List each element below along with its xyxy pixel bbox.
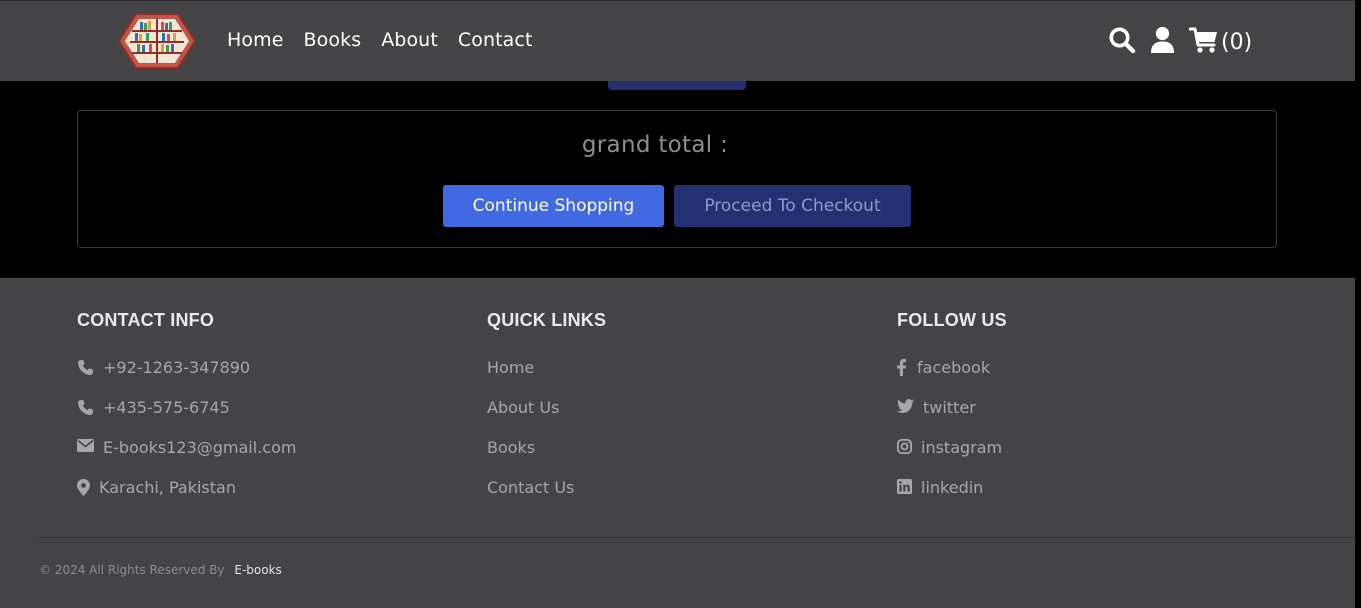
page: Home Books About Contact (0) grand total…	[0, 0, 1361, 608]
bookshelf-logo-icon[interactable]	[117, 12, 197, 70]
contact-info-heading: CONTACT INFO	[77, 310, 215, 330]
continue-shopping-button[interactable]: Continue Shopping	[443, 185, 664, 227]
follow-us-column: FOLLOW US facebook twitter instagram lin…	[897, 310, 1007, 518]
footer-link-home[interactable]: Home	[487, 358, 606, 398]
contact-item: +435-575-6745	[77, 398, 296, 438]
copyright-text: © 2024 All Rights Reserved By E-books	[39, 563, 282, 577]
site-header: Home Books About Contact (0)	[0, 0, 1355, 81]
envelope-icon	[77, 439, 103, 452]
nav-contact-link[interactable]: Contact	[458, 29, 533, 51]
social-label: instagram	[921, 438, 1003, 457]
nav-about-link[interactable]: About	[381, 29, 438, 51]
search-icon[interactable]	[1108, 26, 1136, 58]
social-link-facebook[interactable]: facebook	[897, 358, 1007, 398]
map-marker-icon	[77, 479, 99, 496]
scrollbar-track[interactable]	[1355, 0, 1361, 608]
quick-links-column: QUICK LINKS Home About Us Books Contact …	[487, 310, 606, 518]
contact-item: Karachi, Pakistan	[77, 478, 296, 518]
phone-icon	[77, 359, 103, 376]
footer-divider	[39, 537, 1355, 538]
nav-home-link[interactable]: Home	[227, 29, 284, 51]
contact-item: E-books123@gmail.com	[77, 438, 296, 478]
footer-link-books[interactable]: Books	[487, 438, 606, 478]
footer-link-about[interactable]: About Us	[487, 398, 606, 438]
follow-us-heading: FOLLOW US	[897, 310, 1007, 330]
copyright-notice: © 2024 All Rights Reserved By	[39, 563, 225, 577]
cart-count[interactable]: (0)	[1221, 30, 1252, 55]
instagram-icon	[897, 439, 921, 454]
social-link-twitter[interactable]: twitter	[897, 398, 1007, 438]
social-link-linkedin[interactable]: linkedin	[897, 478, 1007, 518]
user-icon[interactable]	[1150, 26, 1175, 58]
contact-email: E-books123@gmail.com	[103, 438, 297, 457]
phone-icon	[77, 399, 103, 416]
social-label: linkedin	[921, 478, 984, 497]
social-label: facebook	[917, 358, 991, 377]
copyright-brand-link[interactable]: E-books	[234, 563, 281, 577]
cart-icon[interactable]	[1188, 26, 1219, 58]
cart-summary-section: grand total : Continue Shopping Proceed …	[0, 81, 1355, 278]
proceed-to-checkout-button[interactable]: Proceed To Checkout	[674, 185, 911, 227]
previous-button-edge[interactable]	[608, 81, 746, 90]
cart-total-box: grand total : Continue Shopping Proceed …	[77, 110, 1277, 248]
twitter-icon	[897, 399, 923, 413]
linkedin-icon	[897, 479, 921, 494]
contact-item: +92-1263-347890	[77, 358, 296, 398]
grand-total-label: grand total :	[581, 132, 729, 158]
contact-address: Karachi, Pakistan	[99, 478, 236, 497]
social-label: twitter	[923, 398, 976, 417]
facebook-icon	[897, 359, 917, 376]
header-actions: (0)	[1108, 26, 1252, 58]
social-link-instagram[interactable]: instagram	[897, 438, 1007, 478]
contact-info-column: CONTACT INFO +92-1263-347890 +435-575-67…	[77, 310, 296, 518]
nav-books-link[interactable]: Books	[304, 29, 362, 51]
main-nav: Home Books About Contact	[227, 29, 533, 51]
footer-link-contact[interactable]: Contact Us	[487, 478, 606, 518]
contact-phone-1: +92-1263-347890	[103, 358, 251, 377]
contact-phone-2: +435-575-6745	[103, 398, 230, 417]
quick-links-heading: QUICK LINKS	[487, 310, 607, 330]
